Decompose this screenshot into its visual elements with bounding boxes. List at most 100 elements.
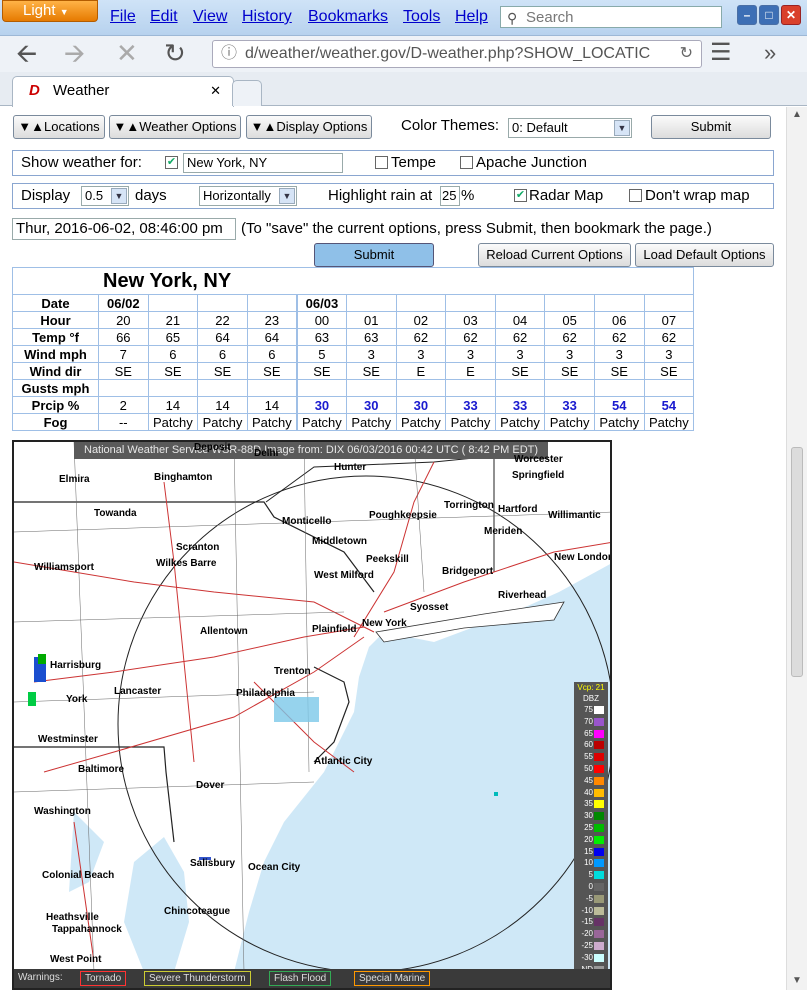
forecast-cell: 54: [643, 396, 695, 414]
legend-value: -30: [581, 952, 593, 962]
close-tab-icon[interactable]: ✕: [210, 77, 221, 105]
tempe-label: Tempe: [391, 154, 437, 171]
legend-swatch: [594, 953, 604, 962]
menu-tools[interactable]: Tools: [403, 8, 440, 26]
minimize-button[interactable]: –: [737, 5, 757, 25]
forecast-cell: 54: [593, 396, 645, 414]
city-label: Monticello: [282, 516, 332, 527]
menu-help[interactable]: Help: [455, 8, 488, 26]
city-label: Hartford: [498, 504, 538, 515]
orientation-select[interactable]: Horizontally ▼: [199, 186, 297, 206]
menu-view[interactable]: View: [193, 8, 227, 26]
app-menu-button[interactable]: Light ▼: [2, 0, 98, 22]
forecast-cell: Patchy: [544, 413, 595, 431]
dont-wrap-checkbox[interactable]: [629, 189, 642, 202]
page-scrollbar[interactable]: ▲ ▼: [786, 107, 807, 990]
new-tab-button[interactable]: [232, 80, 262, 106]
forecast-cell: SE: [147, 362, 199, 380]
datetime-input[interactable]: Thur, 2016-06-02, 08:46:00 pm: [12, 218, 236, 240]
submit-button[interactable]: Submit: [314, 243, 434, 267]
reload-options-button[interactable]: Reload Current Options: [478, 243, 631, 267]
radar-map-checkbox[interactable]: ✔: [514, 189, 527, 202]
location-row: Show weather for: ✔ New York, NY Tempe A…: [12, 150, 774, 176]
load-default-button[interactable]: Load Default Options: [635, 243, 774, 267]
legend-swatch: [594, 847, 604, 856]
tempe-checkbox[interactable]: [375, 156, 388, 169]
stop-icon[interactable]: ✕: [116, 38, 138, 68]
forecast-cell: [147, 379, 199, 397]
location-checkbox[interactable]: ✔: [165, 156, 178, 169]
scroll-up-icon[interactable]: ▲: [790, 109, 804, 123]
forecast-cell: 3: [345, 345, 397, 363]
forecast-row: Wind dir SE SE SE SE SE SE E E SE SE SE SE: [12, 362, 695, 380]
search-input[interactable]: ⚲ Search: [500, 6, 722, 28]
info-icon[interactable]: ⓘ: [221, 41, 237, 67]
scroll-down-icon[interactable]: ▼: [790, 975, 804, 989]
forecast-cell: Patchy: [643, 413, 695, 431]
forecast-location-title: New York, NY: [11, 267, 695, 295]
overflow-chevron-icon[interactable]: »: [764, 38, 776, 68]
forecast-cell: 01: [345, 311, 397, 329]
apache-junction-checkbox[interactable]: [460, 156, 473, 169]
city-label: Binghamton: [154, 472, 213, 483]
city-label: Salisbury: [190, 858, 236, 869]
legend-entry: 5: [574, 870, 608, 880]
close-window-button[interactable]: ✕: [781, 5, 801, 25]
city-label: Deposit: [194, 442, 231, 453]
scroll-thumb[interactable]: [791, 447, 803, 677]
city-label: Atlantic City: [314, 756, 373, 767]
legend-entry: -5: [574, 894, 608, 904]
highlight-rain-input[interactable]: 25: [440, 186, 460, 206]
menu-bookmarks[interactable]: Bookmarks: [308, 8, 388, 26]
reload-icon[interactable]: ↻: [164, 38, 186, 68]
forward-icon[interactable]: 🡪: [64, 38, 85, 68]
tab-weather[interactable]: D Weather ✕: [12, 76, 234, 107]
forecast-row: Wind mph 7 6 6 6 5 3 3 3 3 3 3 3: [12, 345, 695, 363]
display-options-button[interactable]: ▼▲Display Options: [246, 115, 372, 139]
color-theme-select[interactable]: 0: Default ▼: [508, 118, 632, 138]
menu-file[interactable]: File: [110, 8, 136, 26]
forecast-cell: Patchy: [445, 413, 496, 431]
legend-vcp: Vcp: 21: [577, 683, 605, 692]
tab-strip: D Weather ✕: [0, 72, 807, 107]
url-reload-icon[interactable]: ↻: [680, 41, 693, 67]
city-label: Scranton: [176, 542, 220, 553]
warning-special-marine: Special Marine: [354, 971, 431, 986]
legend-entry: -15: [574, 917, 608, 927]
weather-options-button[interactable]: ▼▲Weather Options: [109, 115, 241, 139]
forecast-cell: 63: [345, 328, 397, 346]
url-bar[interactable]: ⓘ d/weather/weather.gov/D-weather.php?SH…: [212, 40, 702, 68]
forecast-cell: 2: [98, 396, 149, 414]
forecast-cell: 62: [593, 328, 645, 346]
submit-button-top[interactable]: Submit: [651, 115, 771, 139]
maximize-button[interactable]: □: [759, 5, 779, 25]
chevron-down-icon: ▼: [111, 188, 127, 204]
forecast-cell: 30: [295, 396, 347, 414]
locations-button[interactable]: ▼▲Locations: [13, 115, 105, 139]
menu-edit[interactable]: Edit: [150, 8, 178, 26]
forecast-cell: SE: [295, 362, 347, 380]
forecast-cell: [295, 379, 347, 397]
legend-value: 20: [584, 834, 593, 844]
city-label: Riverhead: [498, 590, 547, 601]
forecast-cell: [246, 379, 298, 397]
location-input[interactable]: New York, NY: [183, 153, 343, 173]
city-label: New York: [362, 618, 407, 629]
hamburger-menu-icon[interactable]: ☰: [710, 38, 732, 68]
legend-swatch: [594, 942, 604, 950]
back-icon[interactable]: 🡨: [16, 38, 37, 68]
city-label: Trenton: [274, 666, 311, 677]
legend-swatch: [594, 741, 604, 750]
forecast-cell: 3: [593, 345, 645, 363]
legend-swatch: [594, 859, 604, 868]
legend-swatch: [594, 765, 604, 773]
city-label: York: [66, 694, 88, 705]
legend-value: 45: [584, 775, 593, 785]
city-label: Westminster: [38, 734, 98, 745]
days-select[interactable]: 0.5 ▼: [81, 186, 129, 206]
legend-entry: 15: [574, 847, 608, 857]
city-label: Plainfield: [312, 624, 357, 635]
forecast-cell: 65: [147, 328, 199, 346]
menu-history[interactable]: History: [242, 8, 292, 26]
forecast-cell: 03: [445, 311, 496, 329]
